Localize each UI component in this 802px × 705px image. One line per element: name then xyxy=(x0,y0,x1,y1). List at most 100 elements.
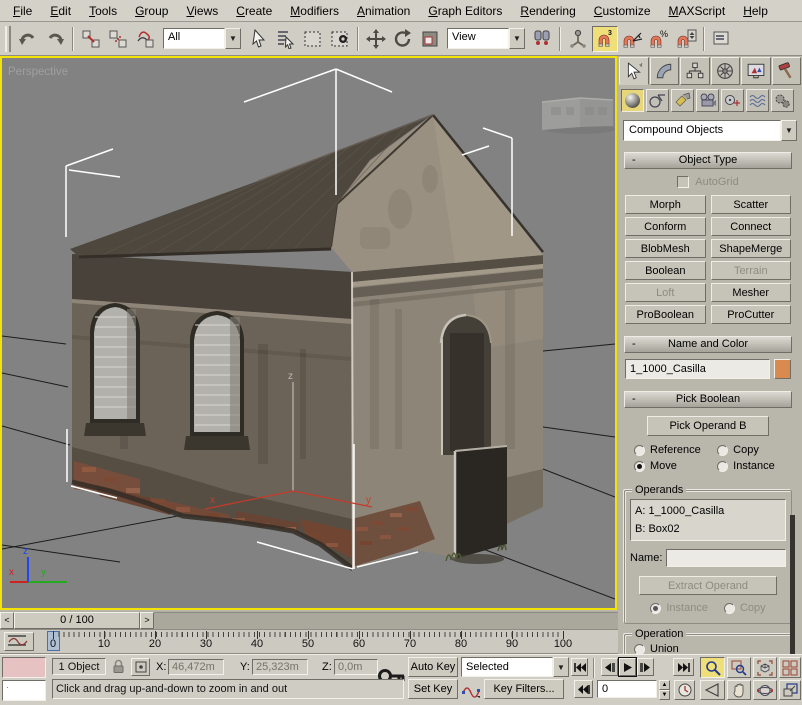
morph-button[interactable]: Morph xyxy=(625,195,706,214)
boolean-button[interactable]: Boolean xyxy=(625,261,706,280)
named-selection-icon[interactable] xyxy=(709,26,735,52)
helpers-category-icon[interactable] xyxy=(721,89,744,112)
copy-radio[interactable]: Copy xyxy=(717,444,788,456)
redo-icon[interactable] xyxy=(42,26,68,52)
connect-button[interactable]: Connect xyxy=(711,217,792,236)
pick-operand-b-button[interactable]: Pick Operand B xyxy=(647,416,769,436)
tab-modify[interactable] xyxy=(650,57,680,85)
next-frame-icon[interactable] xyxy=(637,658,654,676)
time-slider-track[interactable] xyxy=(154,612,618,629)
select-and-rotate-icon[interactable] xyxy=(390,26,416,52)
select-and-move-icon[interactable] xyxy=(363,26,389,52)
time-slider-thumb[interactable]: 0 / 100 xyxy=(14,612,140,629)
go-to-end-icon[interactable] xyxy=(673,658,694,676)
chevron-down-icon[interactable]: ▼ xyxy=(509,28,525,49)
mini-curve-editor-button[interactable] xyxy=(4,632,34,651)
shapemerge-button[interactable]: ShapeMerge xyxy=(711,239,792,258)
time-configuration-icon[interactable] xyxy=(674,680,695,700)
menu-modifiers[interactable]: Modifiers xyxy=(281,1,348,21)
rollout-pick-boolean[interactable]: - Pick Boolean xyxy=(624,391,792,408)
box02-object[interactable] xyxy=(542,98,615,134)
menu-animation[interactable]: Animation xyxy=(348,1,419,21)
zoom-all-icon[interactable] xyxy=(727,657,751,678)
undo-icon[interactable] xyxy=(15,26,41,52)
object-color-swatch[interactable] xyxy=(774,359,791,379)
rollout-object-type[interactable]: - Object Type xyxy=(624,152,792,169)
tab-hierarchy[interactable] xyxy=(680,57,710,85)
zoom-extents-icon[interactable] xyxy=(753,657,777,678)
union-radio[interactable]: Union xyxy=(630,643,786,654)
unlink-selection-icon[interactable] xyxy=(105,26,131,52)
go-to-end-alt-icon[interactable] xyxy=(574,680,593,698)
menu-create[interactable]: Create xyxy=(227,1,281,21)
scatter-button[interactable]: Scatter xyxy=(711,195,792,214)
reference-radio[interactable]: Reference xyxy=(634,444,717,456)
chevron-down-icon[interactable]: ▼ xyxy=(553,657,569,677)
viewport-label[interactable]: Perspective xyxy=(8,66,68,78)
menu-edit[interactable]: Edit xyxy=(41,1,80,21)
tab-create[interactable] xyxy=(619,57,649,85)
blobmesh-button[interactable]: BlobMesh xyxy=(625,239,706,258)
menu-group[interactable]: Group xyxy=(126,1,177,21)
select-by-name-icon[interactable] xyxy=(273,26,299,52)
menu-file[interactable]: File xyxy=(4,1,41,21)
absolute-mode-transform-icon[interactable] xyxy=(131,658,150,676)
lights-category-icon[interactable] xyxy=(671,89,694,112)
procutter-button[interactable]: ProCutter xyxy=(711,305,792,324)
menu-rendering[interactable]: Rendering xyxy=(511,1,584,21)
play-animation-icon[interactable] xyxy=(619,658,636,676)
frame-spinner[interactable]: ▲ ▼ xyxy=(659,680,670,698)
previous-frame-icon[interactable] xyxy=(601,658,618,676)
chevron-down-icon[interactable]: ▼ xyxy=(781,120,797,141)
track-bar[interactable]: 0 10 20 30 40 50 60 70 80 90 100 xyxy=(0,630,618,654)
menu-customize[interactable]: Customize xyxy=(585,1,660,21)
tab-motion[interactable] xyxy=(711,57,741,85)
selection-set-dropdown[interactable]: Selected ▼ xyxy=(461,657,569,677)
systems-category-icon[interactable] xyxy=(771,89,794,112)
operand-name-field[interactable] xyxy=(666,549,786,567)
z-coord-field[interactable]: 0,0m xyxy=(334,659,378,675)
menu-help[interactable]: Help xyxy=(734,1,777,21)
perspective-viewport[interactable]: z x y x y z Perspective xyxy=(0,56,618,611)
subcategory-dropdown[interactable]: Compound Objects ▼ xyxy=(623,120,797,141)
percent-snap-icon[interactable]: % xyxy=(646,26,672,52)
use-pivot-center-icon[interactable] xyxy=(529,26,555,52)
instance-radio[interactable]: Instance xyxy=(717,460,788,472)
selection-lock-icon[interactable] xyxy=(112,659,125,677)
bind-to-space-warp-icon[interactable] xyxy=(132,26,158,52)
rollout-name-and-color[interactable]: - Name and Color xyxy=(624,336,792,353)
spinner-snap-icon[interactable] xyxy=(673,26,699,52)
operands-list[interactable]: A: 1_1000_Casilla B: Box02 xyxy=(630,499,786,541)
go-to-start-icon[interactable] xyxy=(571,658,588,676)
casilla-building[interactable] xyxy=(70,114,543,569)
proboolean-button[interactable]: ProBoolean xyxy=(625,305,706,324)
key-filters-button[interactable]: Key Filters... xyxy=(484,679,564,699)
panel-scrollbar[interactable] xyxy=(790,515,795,654)
menu-graph-editors[interactable]: Graph Editors xyxy=(419,1,511,21)
next-frame-arrow[interactable]: > xyxy=(140,612,154,629)
tab-utilities[interactable] xyxy=(772,57,802,85)
operand-b-row[interactable]: B: Box02 xyxy=(635,520,781,538)
snaps-toggle-icon[interactable]: 3 xyxy=(592,26,618,52)
select-object-icon[interactable] xyxy=(246,26,272,52)
autogrid-checkbox[interactable] xyxy=(677,176,689,188)
window-crossing-icon[interactable] xyxy=(327,26,353,52)
auto-key-button[interactable]: Auto Key xyxy=(408,657,458,677)
toolbar-drag-handle[interactable] xyxy=(5,26,11,52)
x-coord-field[interactable]: 46,472m xyxy=(168,659,224,675)
default-tangent-icon[interactable] xyxy=(461,679,481,699)
selection-filter-dropdown[interactable]: All ▼ xyxy=(163,28,241,49)
menu-tools[interactable]: Tools xyxy=(80,1,126,21)
conform-button[interactable]: Conform xyxy=(625,217,706,236)
maxscript-mini-listener-white[interactable]: · xyxy=(2,680,46,701)
cameras-category-icon[interactable] xyxy=(696,89,719,112)
y-coord-field[interactable]: 25,323m xyxy=(252,659,308,675)
current-frame-field[interactable]: 0 xyxy=(597,680,657,698)
object-name-field[interactable]: 1_1000_Casilla xyxy=(625,359,770,379)
select-and-link-icon[interactable] xyxy=(78,26,104,52)
mesher-button[interactable]: Mesher xyxy=(711,283,792,302)
previous-frame-arrow[interactable]: < xyxy=(0,612,14,629)
move-radio[interactable]: Move xyxy=(634,460,717,472)
tab-display[interactable] xyxy=(741,57,771,85)
menu-maxscript[interactable]: MAXScript xyxy=(660,1,735,21)
